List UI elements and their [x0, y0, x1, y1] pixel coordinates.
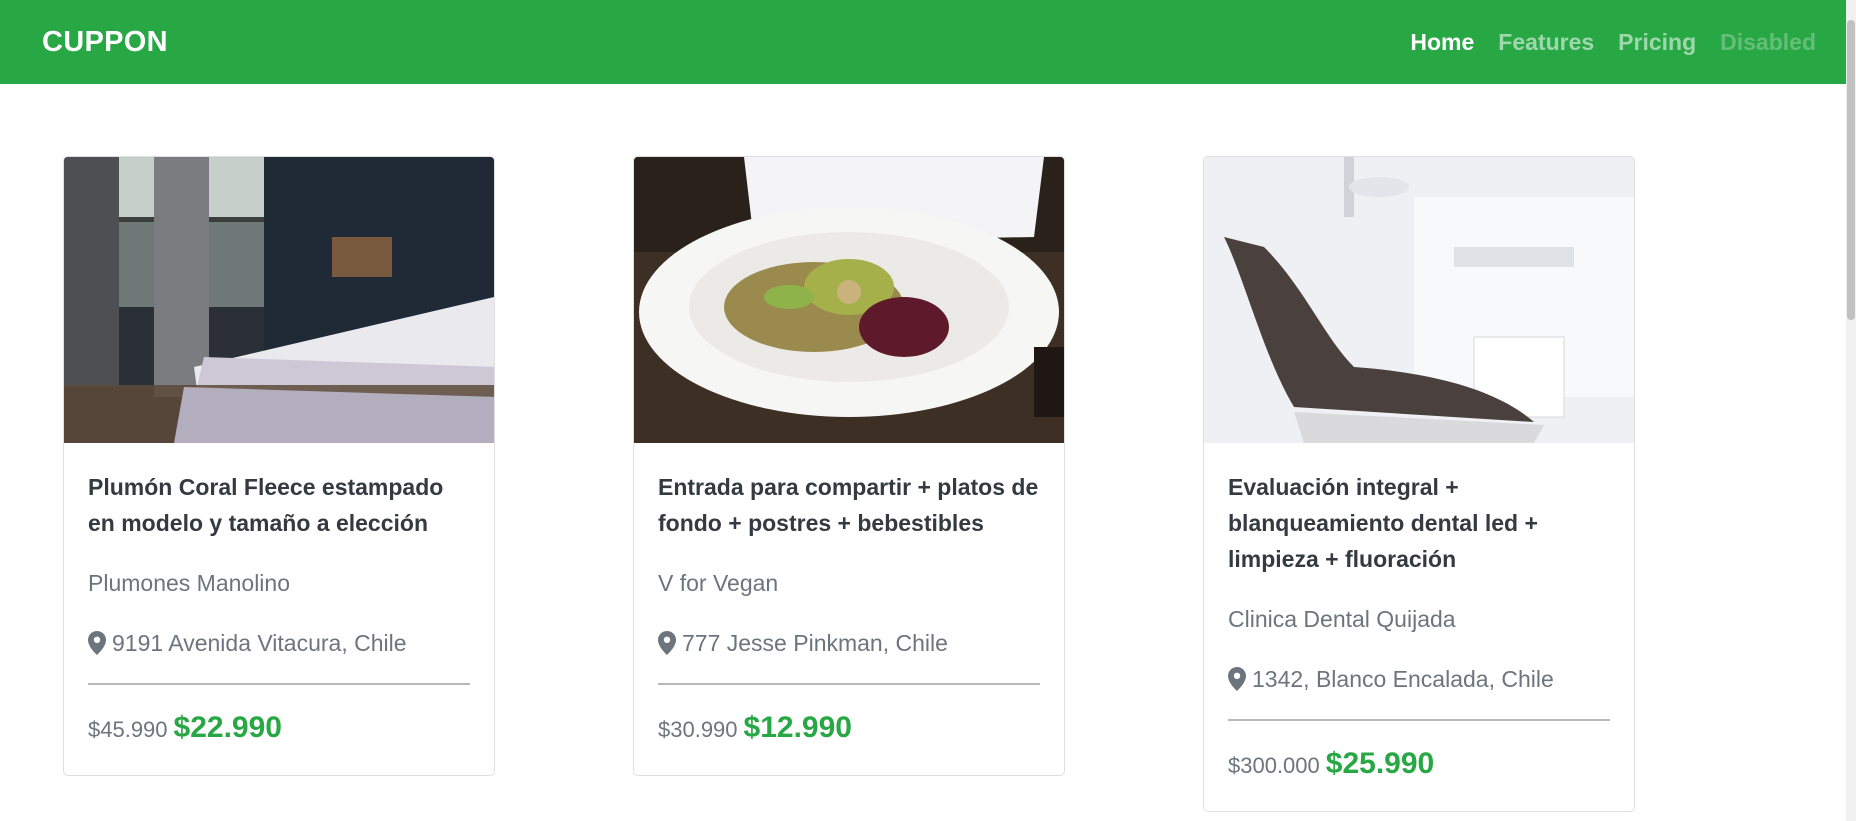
deal-image-dental[interactable] [1204, 157, 1634, 443]
discount-price: $22.990 [173, 711, 282, 744]
map-marker-icon [658, 631, 676, 655]
deal-prices: $30.990 $12.990 [658, 711, 1040, 745]
deal-card-body: Plumón Coral Fleece estampado en modelo … [64, 443, 494, 775]
dental-chair-photo [1204, 157, 1634, 443]
deal-merchant: Clinica Dental Quijada [1228, 606, 1456, 632]
deal-location-text: 1342, Blanco Encalada, Chile [1252, 666, 1554, 692]
deal-location-text: 777 Jesse Pinkman, Chile [682, 630, 948, 656]
map-marker-icon [88, 631, 106, 655]
nav-links: Home Features Pricing Disabled [1410, 29, 1816, 56]
original-price: $30.990 [658, 717, 738, 742]
deal-card-body: Entrada para compartir + platos de fondo… [634, 443, 1064, 775]
brand-logo[interactable]: CUPPON [42, 26, 168, 59]
original-price: $300.000 [1228, 753, 1320, 778]
nav-features-link[interactable]: Features [1498, 29, 1594, 56]
divider [88, 683, 470, 685]
deal-location-text: 9191 Avenida Vitacura, Chile [112, 630, 407, 656]
navbar: CUPPON Home Features Pricing Disabled [0, 0, 1846, 84]
scrollbar[interactable] [1846, 0, 1856, 821]
nav-pricing-link[interactable]: Pricing [1618, 29, 1696, 56]
deal-card[interactable]: Plumón Coral Fleece estampado en modelo … [63, 156, 495, 776]
original-price: $45.990 [88, 717, 168, 742]
deal-merchant: Plumones Manolino [88, 570, 291, 596]
deal-title[interactable]: Evaluación integral + blanqueamiento den… [1228, 469, 1610, 577]
nav-home-link[interactable]: Home [1410, 29, 1474, 56]
deal-image-salad[interactable] [634, 157, 1064, 443]
deal-location: 777 Jesse Pinkman, Chile [658, 625, 1040, 661]
deal-card[interactable]: Evaluación integral + blanqueamiento den… [1203, 156, 1635, 812]
bedroom-photo [64, 157, 494, 443]
deal-card-body: Evaluación integral + blanqueamiento den… [1204, 443, 1634, 811]
salad-photo [634, 157, 1064, 443]
nav-disabled-link: Disabled [1720, 28, 1816, 55]
map-marker-icon [1228, 667, 1246, 691]
deal-title[interactable]: Plumón Coral Fleece estampado en modelo … [88, 469, 470, 541]
deal-location: 1342, Blanco Encalada, Chile [1228, 661, 1610, 697]
deal-location: 9191 Avenida Vitacura, Chile [88, 625, 470, 661]
deal-prices: $45.990 $22.990 [88, 711, 470, 745]
deal-title[interactable]: Entrada para compartir + platos de fondo… [658, 469, 1040, 541]
discount-price: $12.990 [743, 711, 852, 744]
divider [1228, 719, 1610, 721]
discount-price: $25.990 [1325, 747, 1435, 780]
deal-merchant: V for Vegan [658, 570, 779, 596]
deal-prices: $300.000 $25.990 [1228, 747, 1610, 781]
divider [658, 683, 1040, 685]
deal-card[interactable]: Entrada para compartir + platos de fondo… [633, 156, 1065, 776]
deal-image-bedroom[interactable] [64, 157, 494, 443]
scrollbar-thumb[interactable] [1847, 20, 1855, 320]
